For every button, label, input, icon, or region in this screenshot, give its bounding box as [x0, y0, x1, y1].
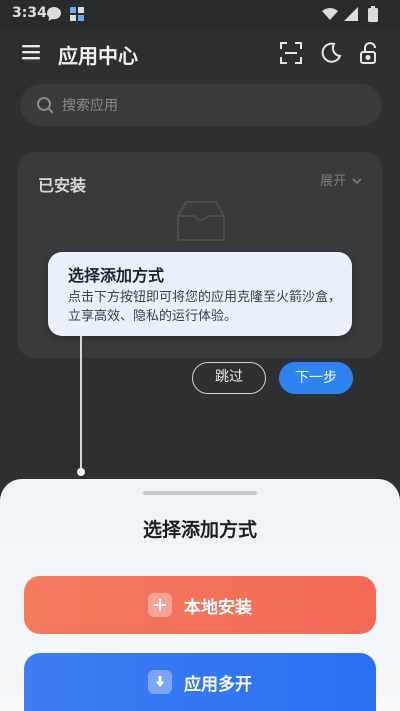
add-method-sheet: 选择添加方式 本地安装 应用多开 — [0, 479, 400, 711]
app-notification-icon — [70, 6, 84, 25]
search-placeholder: 搜索应用 — [62, 98, 118, 114]
page-title: 应用中心 — [58, 44, 138, 68]
scan-icon[interactable] — [280, 42, 302, 68]
sheet-drag-handle[interactable] — [143, 491, 257, 495]
sheet-title: 选择添加方式 — [142, 519, 257, 541]
download-icon — [148, 670, 172, 694]
local-install-button[interactable]: 本地安装 — [24, 576, 376, 634]
search-icon — [36, 96, 54, 118]
status-bar: 3:34 — [0, 0, 400, 28]
lock-icon[interactable] — [358, 42, 380, 68]
empty-box-icon — [176, 200, 226, 246]
message-icon — [46, 6, 62, 26]
wifi-icon — [322, 6, 338, 25]
menu-icon[interactable] — [22, 44, 40, 64]
plus-icon — [148, 593, 172, 617]
next-step-button[interactable]: 下一步 — [279, 362, 353, 394]
installed-title: 已安装 — [38, 176, 87, 195]
multi-open-label: 应用多开 — [184, 674, 252, 695]
search-bar[interactable]: 搜索应用 — [20, 84, 382, 126]
chevron-down-icon — [352, 174, 362, 189]
skip-button[interactable]: 跳过 — [192, 362, 266, 394]
multi-open-button[interactable]: 应用多开 — [24, 653, 376, 711]
status-time: 3:34 — [12, 5, 47, 21]
expand-button[interactable]: 展开 — [320, 170, 362, 189]
dark-mode-icon[interactable] — [320, 42, 342, 68]
guide-connector-line — [80, 336, 82, 472]
signal-icon — [344, 6, 358, 25]
local-install-label: 本地安装 — [184, 597, 252, 618]
battery-icon — [368, 6, 378, 26]
guide-connector-dot — [77, 468, 85, 476]
tooltip-body: 点击下方按钮即可将您的应用克隆至火箭沙盒，立享高效、隐私的运行体验。 — [68, 290, 342, 324]
expand-label: 展开 — [319, 174, 346, 189]
app-header: 应用中心 — [0, 28, 400, 80]
guide-tooltip: 选择添加方式 点击下方按钮即可将您的应用克隆至火箭沙盒，立享高效、隐私的运行体验… — [48, 252, 352, 336]
tooltip-title: 选择添加方式 — [68, 266, 165, 285]
